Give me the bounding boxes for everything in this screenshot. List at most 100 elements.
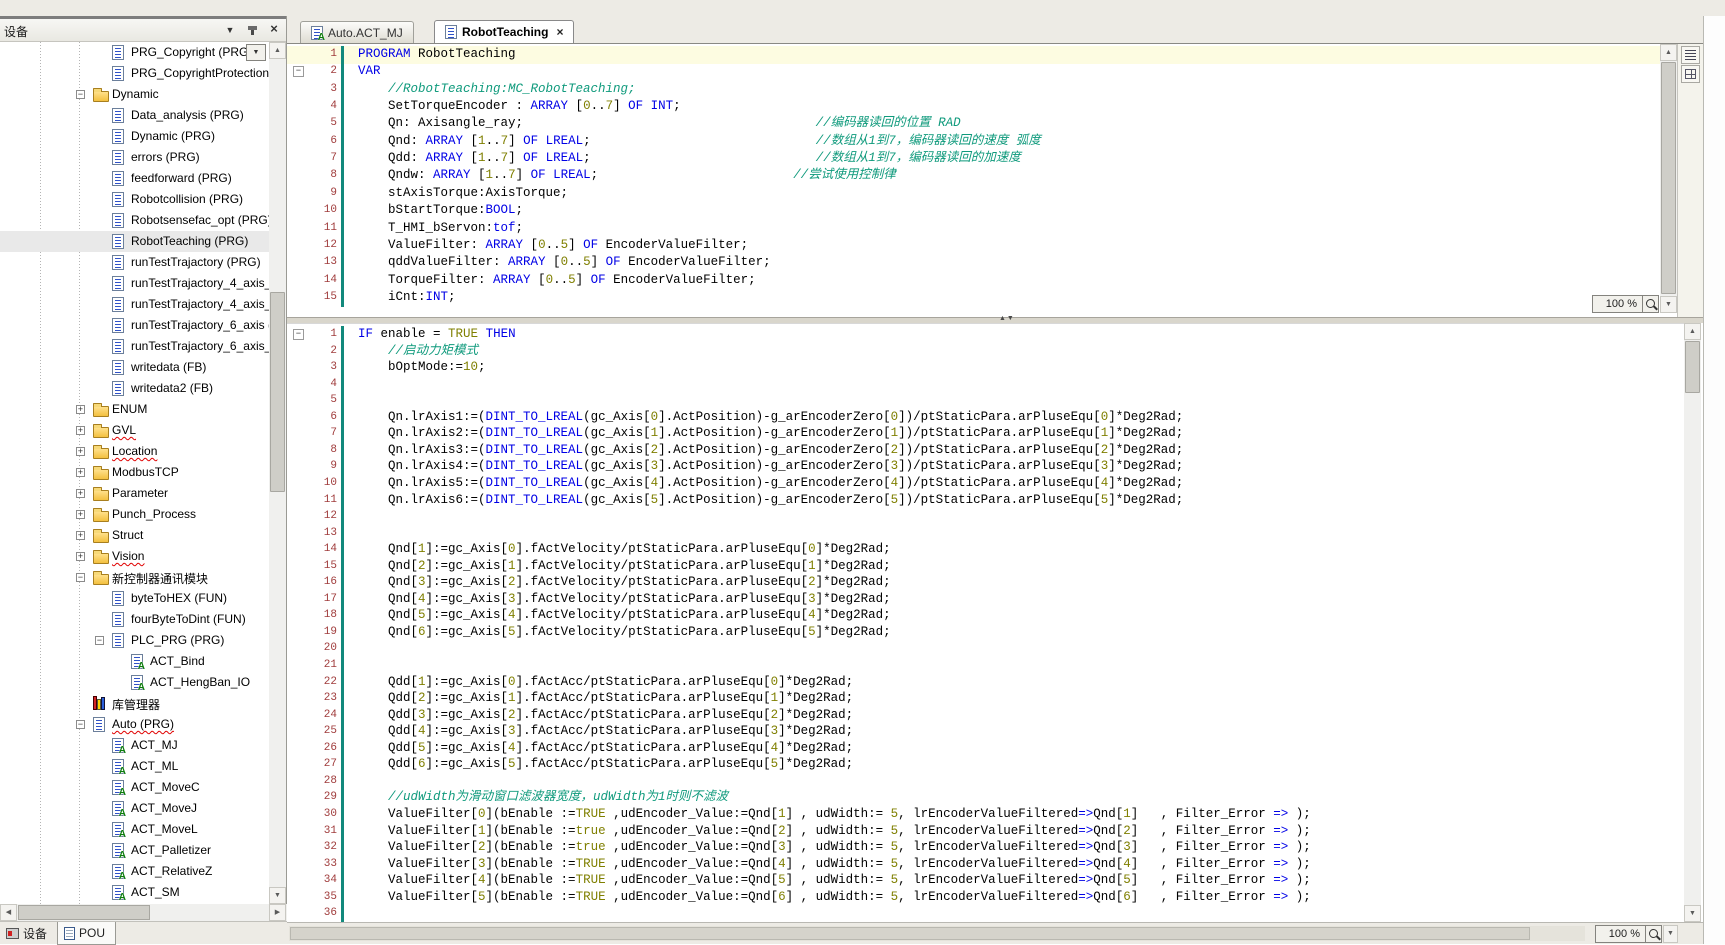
implementation-code[interactable]: IF enable = TRUE THEN //启动力矩模式 bOptMode:…	[358, 326, 1684, 923]
code-line[interactable]	[358, 905, 366, 922]
zoom-magnifier-icon[interactable]	[1642, 295, 1659, 313]
expand-icon[interactable]: +	[76, 531, 85, 540]
tree-item[interactable]: Data_analysis (PRG)	[0, 105, 270, 126]
code-line[interactable]	[358, 657, 366, 674]
implementation-horizontal-scrollbar[interactable]	[289, 926, 1585, 941]
tree-item[interactable]: −新控制器通讯模块	[0, 567, 270, 588]
scroll-up-icon[interactable]: ▲	[269, 42, 286, 59]
code-line[interactable]: Qnd: ARRAY [1..7] OF LREAL; //数组从1到7，编码器…	[358, 133, 1041, 150]
code-line[interactable]: Qdd[1]:=gc_Axis[0].fActAcc/ptStaticPara.…	[358, 674, 853, 691]
code-line[interactable]: ValueFilter[5](bEnable :=TRUE ,udEncoder…	[358, 889, 1311, 906]
scroll-up-icon[interactable]: ▲	[1684, 323, 1701, 340]
tree-item[interactable]: runTestTrajactory_4_axis_SA	[0, 273, 270, 294]
tree-item[interactable]: PRG_Copyright (PRG)	[0, 42, 270, 63]
tree-item[interactable]: Robotcollision (PRG)	[0, 189, 270, 210]
declaration-zoom-level[interactable]: 100 %	[1592, 295, 1643, 313]
tree-item[interactable]: 库管理器	[0, 693, 270, 714]
tree-item[interactable]: −Dynamic	[0, 84, 270, 105]
code-line[interactable]: SetTorqueEncoder : ARRAY [0..7] OF INT;	[358, 98, 681, 115]
code-line[interactable]: ValueFilter[4](bEnable :=TRUE ,udEncoder…	[358, 872, 1311, 889]
tree-item[interactable]: writedata2 (FB)	[0, 378, 270, 399]
implementation-vertical-scrollbar[interactable]: ▲ ▼	[1684, 323, 1701, 922]
tree-item[interactable]: ACT_MoveC	[0, 777, 270, 798]
scrollbar-thumb[interactable]	[290, 927, 1530, 940]
code-line[interactable]: Qdd[3]:=gc_Axis[2].fActAcc/ptStaticPara.…	[358, 707, 853, 724]
code-line[interactable]: Qnd[5]:=gc_Axis[4].fActVelocity/ptStatic…	[358, 607, 891, 624]
code-line[interactable]	[358, 392, 366, 409]
tree-item[interactable]: byteToHEX (FUN)	[0, 588, 270, 609]
expand-icon[interactable]: +	[76, 552, 85, 561]
code-line[interactable]: Qdd[4]:=gc_Axis[3].fActAcc/ptStaticPara.…	[358, 723, 853, 740]
code-line[interactable]: Qn.lrAxis3:=(DINT_TO_LREAL(gc_Axis[2].Ac…	[358, 442, 1183, 459]
expand-icon[interactable]: +	[76, 405, 85, 414]
code-line[interactable]: Qn.lrAxis5:=(DINT_TO_LREAL(gc_Axis[4].Ac…	[358, 475, 1183, 492]
panel-tab-pou[interactable]: POU	[57, 922, 116, 945]
tab-close-icon[interactable]: ×	[556, 25, 563, 39]
tree-item[interactable]: PRG_CopyrightProtection (PRG)	[0, 63, 270, 84]
tree-item[interactable]: ACT_MoveL	[0, 819, 270, 840]
tree-item[interactable]: +ENUM	[0, 399, 270, 420]
collapse-icon[interactable]: −	[76, 90, 85, 99]
expand-icon[interactable]: +	[76, 468, 85, 477]
tree-item[interactable]: ACT_ML	[0, 756, 270, 777]
tree-item[interactable]: writedata (FB)	[0, 357, 270, 378]
code-line[interactable]: Qn.lrAxis2:=(DINT_TO_LREAL(gc_Axis[1].Ac…	[358, 425, 1183, 442]
fold-minus-icon[interactable]: −	[293, 329, 304, 340]
code-line[interactable]: Qnd[6]:=gc_Axis[5].fActVelocity/ptStatic…	[358, 624, 891, 641]
code-line[interactable]: Qdd: ARRAY [1..7] OF LREAL; //数组从1到7，编码器…	[358, 150, 1021, 167]
tree-item[interactable]: ACT_Bind	[0, 651, 270, 672]
code-line[interactable]: bStartTorque:BOOL;	[358, 202, 523, 219]
code-line[interactable]: ValueFilter: ARRAY [0..5] OF EncoderValu…	[358, 237, 748, 254]
code-line[interactable]: qddValueFilter: ARRAY [0..5] OF EncoderV…	[358, 254, 771, 271]
tree-dropdown-button[interactable]: ▼	[246, 44, 266, 61]
tree-item[interactable]: Dynamic (PRG)	[0, 126, 270, 147]
tree-item[interactable]: +ModbusTCP	[0, 462, 270, 483]
code-line[interactable]: Qdd[2]:=gc_Axis[1].fActAcc/ptStaticPara.…	[358, 690, 853, 707]
splitter-grip-icon[interactable]: ▲▼	[999, 315, 1015, 322]
tree-item[interactable]: ACT_RelativeZ	[0, 861, 270, 882]
zoom-dropdown-icon[interactable]: ▼	[1663, 925, 1678, 943]
code-line[interactable]	[358, 773, 366, 790]
tree-item[interactable]: runTestTrajactory_6_axis (PR	[0, 315, 270, 336]
tree-item[interactable]: +Parameter	[0, 483, 270, 504]
tree-item[interactable]: +Location	[0, 441, 270, 462]
tree-item[interactable]: ACT_SM	[0, 882, 270, 903]
code-line[interactable]: Qdd[5]:=gc_Axis[4].fActAcc/ptStaticPara.…	[358, 740, 853, 757]
tree-item[interactable]: ACT_MoveJ	[0, 798, 270, 819]
expand-icon[interactable]: +	[76, 426, 85, 435]
textual-view-button[interactable]	[1681, 46, 1700, 64]
scroll-right-icon[interactable]: ▶	[269, 904, 286, 921]
tree-item[interactable]: ACT_HengBan_IO	[0, 672, 270, 693]
code-line[interactable]: IF enable = TRUE THEN	[358, 326, 516, 343]
tree-item[interactable]: ACT_Palletizer	[0, 840, 270, 861]
tab-robotteaching[interactable]: RobotTeaching ×	[434, 20, 574, 43]
scroll-down-icon[interactable]: ▼	[1660, 296, 1677, 313]
code-line[interactable]: TorqueFilter: ARRAY [0..5] OF EncoderVal…	[358, 272, 756, 289]
collapse-icon[interactable]: −	[95, 636, 104, 645]
collapse-icon[interactable]: −	[76, 573, 85, 582]
implementation-editor[interactable]: − 12345678910111213141516171819202122232…	[287, 323, 1684, 923]
code-line[interactable]: Qn.lrAxis6:=(DINT_TO_LREAL(gc_Axis[5].Ac…	[358, 492, 1183, 509]
code-line[interactable]: Qnd[1]:=gc_Axis[0].fActVelocity/ptStatic…	[358, 541, 891, 558]
code-line[interactable]: //RobotTeaching:MC_RobotTeaching;	[358, 81, 636, 98]
code-line[interactable]: Qn.lrAxis4:=(DINT_TO_LREAL(gc_Axis[3].Ac…	[358, 458, 1183, 475]
tree-item[interactable]: RobotTeaching (PRG)	[0, 231, 270, 252]
tree-item[interactable]: ACT_MJ	[0, 735, 270, 756]
code-line[interactable]: //udWidth为滑动窗口滤波器宽度，udWidth为1时则不滤波	[358, 789, 728, 806]
code-line[interactable]	[358, 508, 366, 525]
expand-icon[interactable]: +	[76, 510, 85, 519]
tabular-view-button[interactable]	[1681, 65, 1700, 83]
code-line[interactable]: //启动力矩模式	[358, 343, 478, 360]
zoom-magnifier-icon[interactable]	[1645, 925, 1662, 943]
tree-horizontal-scrollbar[interactable]: ◀ ▶	[0, 904, 287, 921]
scroll-left-icon[interactable]: ◀	[0, 904, 17, 921]
declaration-code[interactable]: PROGRAM RobotTeachingVAR //RobotTeaching…	[358, 46, 1660, 317]
code-line[interactable]: VAR	[358, 63, 381, 80]
code-line[interactable]: Qnd[3]:=gc_Axis[2].fActVelocity/ptStatic…	[358, 574, 891, 591]
scroll-up-icon[interactable]: ▲	[1660, 44, 1677, 61]
code-line[interactable]: iCnt:INT;	[358, 289, 456, 306]
expand-icon[interactable]: +	[76, 489, 85, 498]
tree-item[interactable]: runTestTrajactory (PRG)	[0, 252, 270, 273]
declaration-editor[interactable]: − 123456789101112131415 PROGRAM RobotTea…	[287, 44, 1660, 317]
tree-item[interactable]: +GVL	[0, 420, 270, 441]
